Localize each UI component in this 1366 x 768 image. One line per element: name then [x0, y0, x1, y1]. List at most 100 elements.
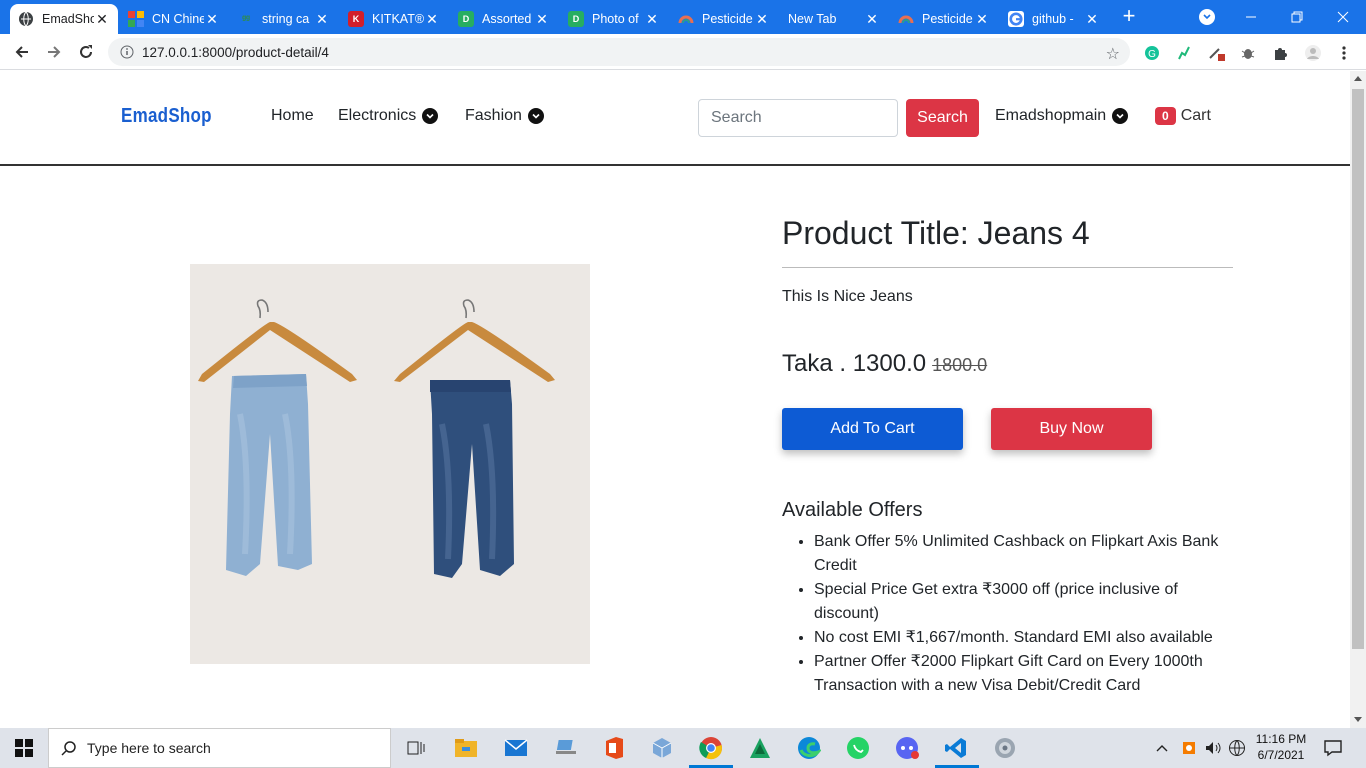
page-scrollbar[interactable]: [1350, 71, 1366, 728]
close-icon[interactable]: ✕: [94, 11, 110, 28]
d-icon: D: [568, 11, 584, 27]
extension-run-icon[interactable]: [1175, 44, 1193, 62]
nav-fashion-label: Fashion: [465, 107, 522, 124]
product-title: Product Title: Jeans 4: [782, 215, 1090, 251]
taskbar-search-box[interactable]: Type here to search: [48, 728, 391, 768]
tab-pesticide-2[interactable]: Pesticide ✕: [890, 4, 998, 34]
menu-kebab-icon[interactable]: [1335, 44, 1353, 62]
divider: [782, 267, 1233, 268]
forward-arrow-icon[interactable]: [44, 42, 64, 62]
cart-link[interactable]: 0 Cart: [1155, 107, 1211, 125]
nav-fashion-dropdown[interactable]: Fashion: [465, 107, 544, 125]
tab-title: Photo of: [592, 12, 639, 26]
tab-assorted[interactable]: D Assorted ✕: [450, 4, 558, 34]
close-icon[interactable]: ✕: [754, 11, 770, 28]
tray-overflow-icon[interactable]: [1156, 728, 1168, 768]
profile-avatar-icon[interactable]: [1304, 44, 1322, 62]
info-icon[interactable]: [120, 45, 134, 59]
minimize-button[interactable]: [1228, 0, 1274, 34]
tab-title: EmadShop: [42, 12, 94, 26]
close-window-button[interactable]: [1320, 0, 1366, 34]
add-to-cart-button[interactable]: Add To Cart: [782, 408, 963, 450]
search-button[interactable]: Search: [906, 99, 979, 137]
back-arrow-icon[interactable]: [12, 42, 32, 62]
reload-icon[interactable]: [76, 42, 96, 62]
browser-toolbar: 127.0.0.1:8000/product-detail/4 ☆ G: [0, 34, 1366, 70]
globe-app-icon[interactable]: [991, 734, 1019, 762]
file-explorer-icon[interactable]: [452, 734, 480, 762]
close-icon[interactable]: ✕: [314, 11, 330, 28]
close-icon[interactable]: ✕: [1084, 11, 1100, 28]
scroll-up-arrow-icon[interactable]: [1354, 76, 1362, 81]
vscode-insiders-icon[interactable]: [746, 734, 774, 762]
puzzle-icon[interactable]: [1271, 44, 1289, 62]
tab-title: Pesticide: [702, 12, 753, 26]
bookmark-star-icon[interactable]: ☆: [1106, 44, 1120, 64]
cart-count-badge: 0: [1155, 107, 1176, 125]
url-text: 127.0.0.1:8000/product-detail/4: [142, 44, 329, 60]
google-icon: [1008, 11, 1024, 27]
tab-photo[interactable]: D Photo of ✕: [560, 4, 668, 34]
bug-icon[interactable]: [1239, 44, 1257, 62]
tools-extension-icon[interactable]: [1208, 44, 1226, 62]
close-icon[interactable]: ✕: [864, 11, 880, 28]
tab-string[interactable]: ᵍᵍ string ca ✕: [230, 4, 338, 34]
network-globe-icon[interactable]: [1228, 728, 1246, 768]
nav-home[interactable]: Home: [271, 107, 314, 125]
search-input[interactable]: [698, 99, 898, 137]
tab-title: New Tab: [788, 12, 837, 26]
vscode-icon[interactable]: [942, 734, 970, 762]
office-icon[interactable]: [600, 734, 628, 762]
gfg-icon: ᵍᵍ: [242, 13, 250, 25]
close-icon[interactable]: ✕: [534, 11, 550, 28]
tab-search-icon[interactable]: [1199, 9, 1215, 25]
tab-pesticide[interactable]: Pesticide ✕: [670, 4, 778, 34]
cube-app-icon[interactable]: [648, 734, 676, 762]
close-icon[interactable]: ✕: [204, 11, 220, 28]
tab-chinese[interactable]: CN Chinese ✕: [120, 4, 228, 34]
buy-now-button[interactable]: Buy Now: [991, 408, 1152, 450]
discord-icon[interactable]: [893, 734, 921, 762]
list-item: Partner Offer ₹2000 Flipkart Gift Card o…: [814, 650, 1234, 698]
volume-icon[interactable]: [1204, 728, 1222, 768]
tab-kitkat[interactable]: K KITKAT® ✕: [340, 4, 448, 34]
edge-icon[interactable]: [795, 734, 823, 762]
tab-emadshop[interactable]: EmadShop ✕: [10, 4, 118, 34]
list-item: Bank Offer 5% Unlimited Cashback on Flip…: [814, 530, 1234, 578]
close-icon[interactable]: ✕: [644, 11, 660, 28]
scroll-down-arrow-icon[interactable]: [1354, 717, 1362, 722]
task-view-icon[interactable]: [402, 734, 430, 762]
user-menu-dropdown[interactable]: Emadshopmain: [995, 107, 1129, 125]
nav-electronics-label: Electronics: [338, 107, 417, 124]
whatsapp-icon[interactable]: [844, 734, 872, 762]
close-icon[interactable]: ✕: [424, 11, 440, 28]
browser-tab-strip: EmadShop ✕ CN Chinese ✕ ᵍᵍ string ca ✕ K…: [0, 0, 1366, 34]
system-clock[interactable]: 11:16 PM 6/7/2021: [1254, 731, 1308, 763]
tab-new-tab[interactable]: New Tab ✕: [780, 4, 888, 34]
list-item: Special Price Get extra ₹3000 off (price…: [814, 578, 1234, 626]
tab-title: Assorted: [482, 12, 532, 26]
grammarly-icon[interactable]: G: [1143, 44, 1161, 62]
laptop-app-icon[interactable]: [552, 734, 580, 762]
mail-icon[interactable]: [502, 734, 530, 762]
tray-app-icon[interactable]: [1181, 728, 1197, 768]
tab-title: KITKAT®: [372, 12, 424, 26]
product-image: [190, 264, 590, 664]
close-icon[interactable]: ✕: [974, 11, 990, 28]
clock-time: 11:16 PM: [1255, 732, 1307, 746]
address-bar[interactable]: 127.0.0.1:8000/product-detail/4 ☆: [108, 38, 1130, 66]
brand-logo[interactable]: EmadShop: [121, 105, 212, 128]
chrome-icon[interactable]: [697, 734, 725, 762]
chevron-down-icon: [422, 108, 439, 124]
windows-start-icon[interactable]: [0, 728, 48, 768]
original-price: 1800.0: [932, 355, 988, 375]
restore-button[interactable]: [1274, 0, 1320, 34]
tab-github[interactable]: github - ✕: [1000, 4, 1108, 34]
scroll-thumb[interactable]: [1352, 89, 1364, 649]
product-price: Taka . 1300.0 1800.0: [782, 350, 987, 378]
d-icon: D: [458, 11, 474, 27]
nav-electronics-dropdown[interactable]: Electronics: [338, 107, 439, 125]
notification-icon[interactable]: [1324, 728, 1342, 768]
tab-title: CN Chinese: [152, 12, 204, 26]
new-tab-button[interactable]: +: [1118, 5, 1140, 27]
